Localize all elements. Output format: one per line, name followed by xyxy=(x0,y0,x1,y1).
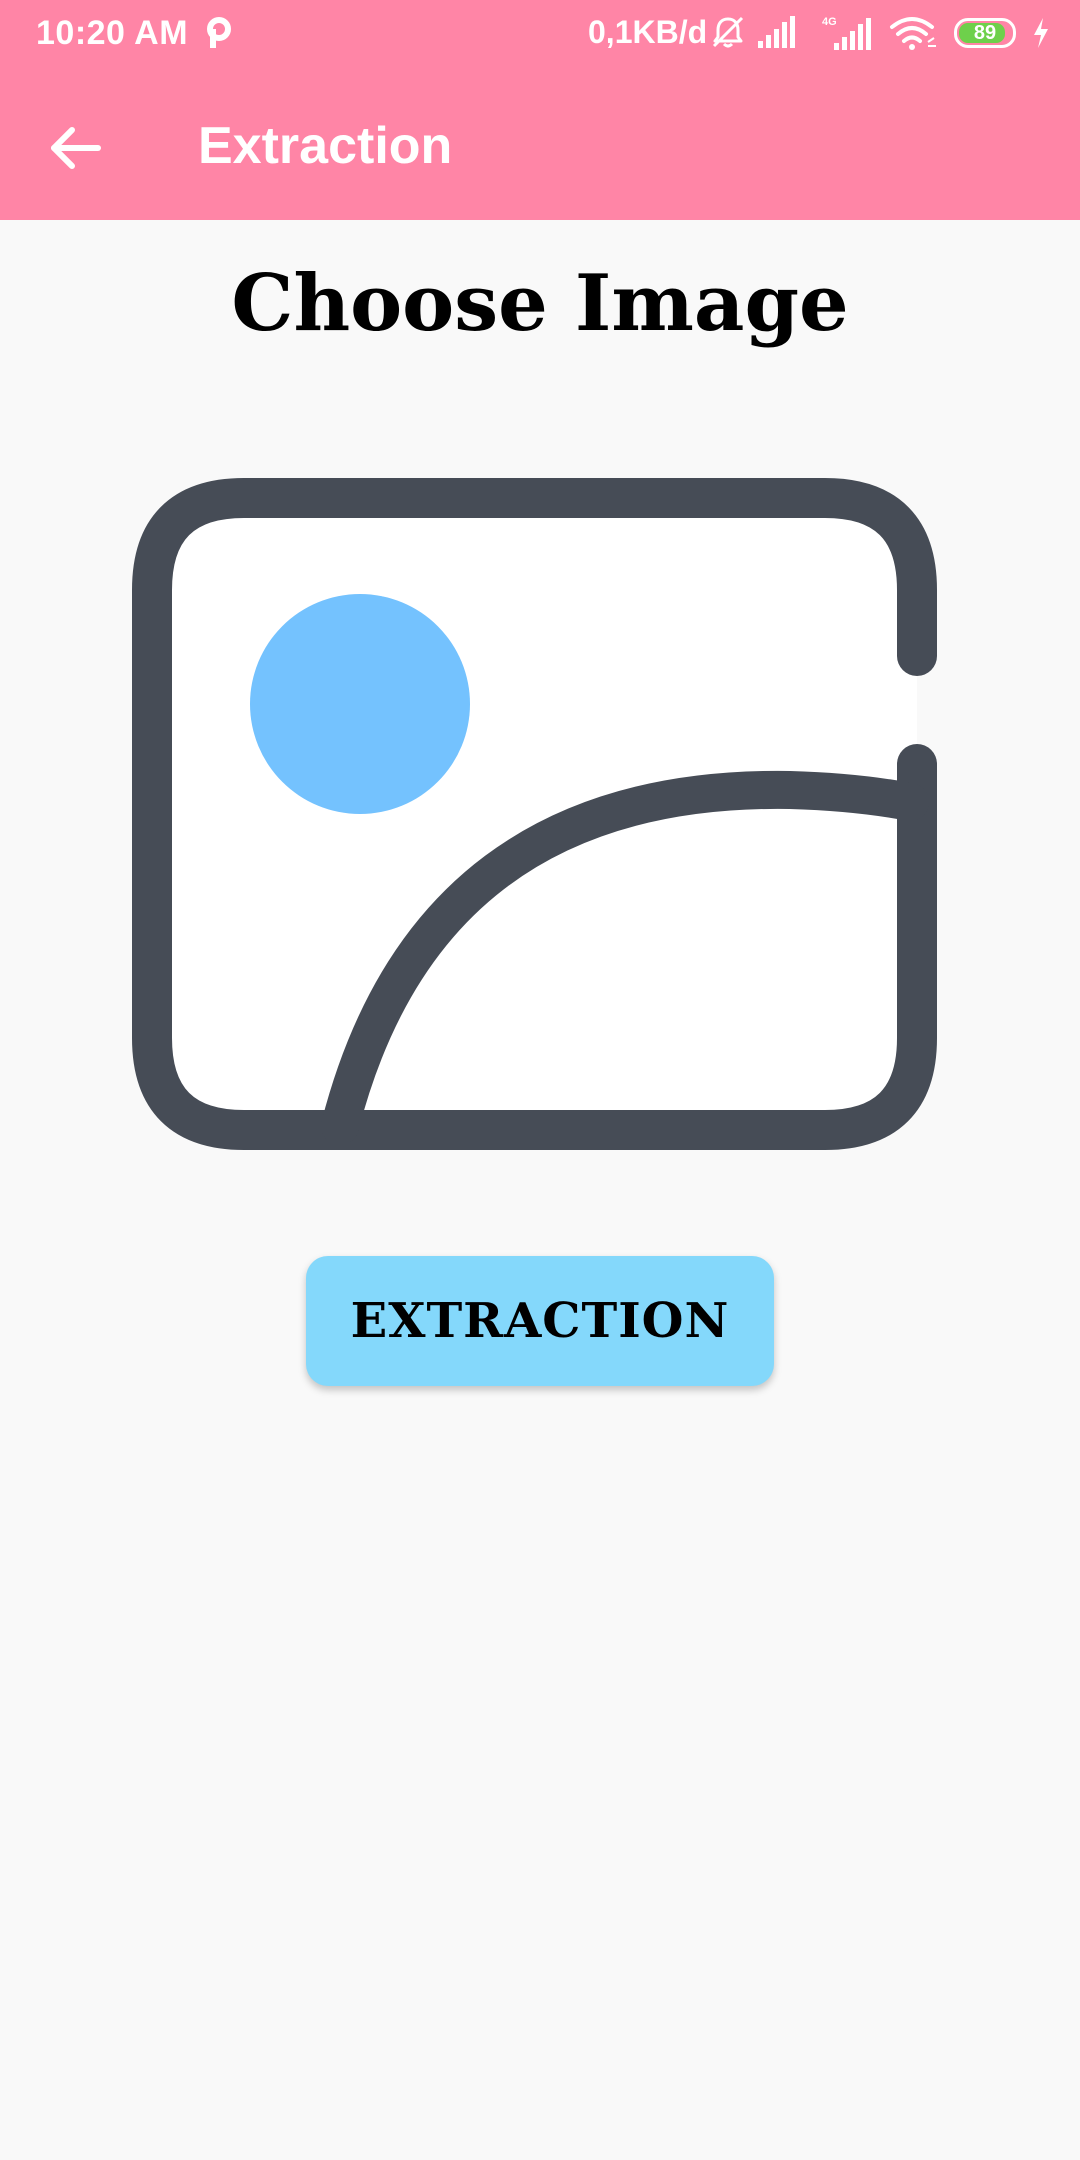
network-speed: 0,1KB/d xyxy=(588,14,708,50)
battery-level: 89 xyxy=(973,22,997,44)
signal-icon xyxy=(758,16,795,48)
image-picker[interactable] xyxy=(128,474,952,1154)
page-title: Choose Image xyxy=(231,258,849,349)
wifi-icon xyxy=(890,17,936,50)
signal-4g-icon: 4G xyxy=(822,16,871,50)
app-title: Extraction xyxy=(198,117,453,175)
app-bar: Extraction xyxy=(0,66,1080,220)
bell-muted-icon xyxy=(712,16,744,48)
charging-icon xyxy=(1034,18,1048,48)
battery-icon: 89 xyxy=(954,18,1016,48)
arrow-left-icon xyxy=(51,127,101,169)
back-button[interactable] xyxy=(36,108,116,188)
network-type-label: 4G xyxy=(822,16,837,28)
extraction-button[interactable]: EXTRACTION xyxy=(306,1256,774,1386)
image-placeholder-icon xyxy=(132,478,937,1150)
parking-icon xyxy=(207,17,231,48)
status-time: 10:20 AM xyxy=(36,14,189,52)
status-bar: 10:20 AM 0,1KB/d 4G 89 xyxy=(0,0,1080,66)
